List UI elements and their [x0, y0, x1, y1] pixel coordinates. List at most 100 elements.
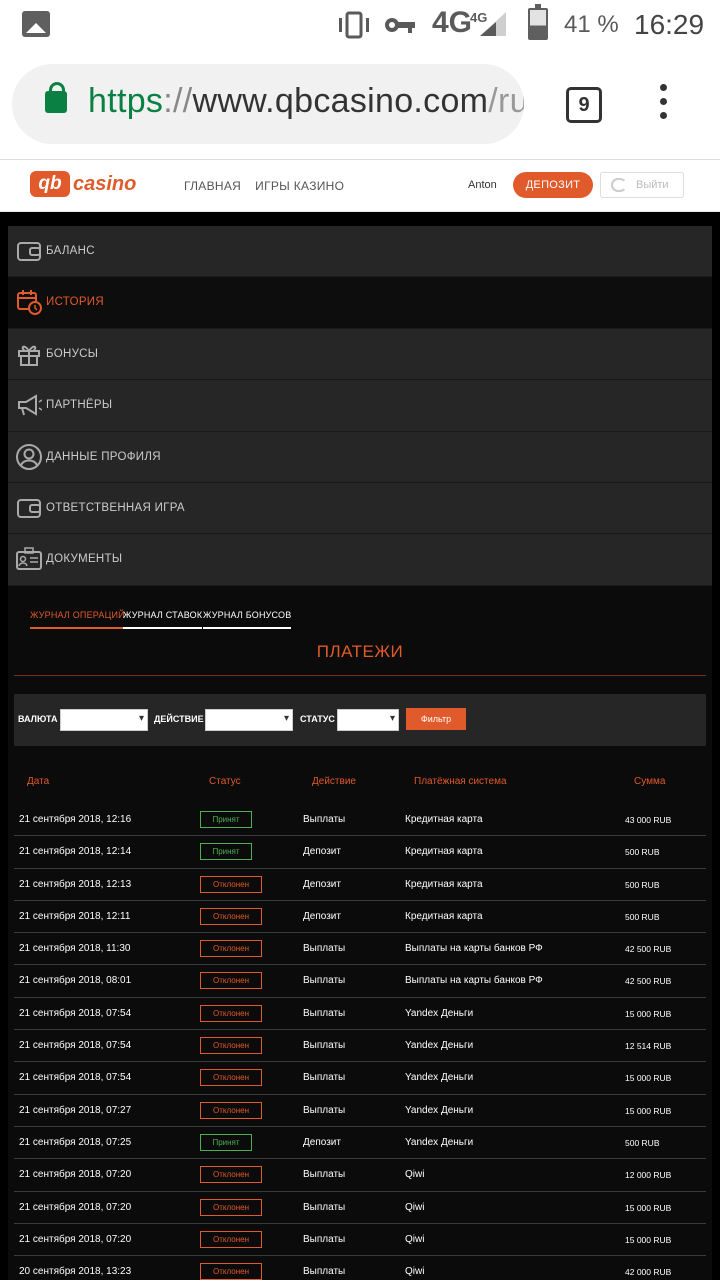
menu-item-bonuses[interactable]: БОНУСЫ — [8, 328, 712, 381]
tab-bonuses-log[interactable]: ЖУРНАЛ БОНУСОВ — [203, 610, 292, 629]
date-cell: 21 сентября 2018, 07:20 — [19, 1201, 132, 1213]
date-cell: 20 сентября 2018, 13:23 — [19, 1266, 132, 1278]
browser-menu-icon[interactable] — [656, 84, 670, 124]
user-icon — [16, 443, 42, 470]
date-cell: 21 сентября 2018, 12:11 — [19, 910, 131, 922]
status-badge: Отклонен — [200, 1004, 262, 1022]
payment-system-cell: Выплаты на карты банков РФ — [405, 975, 543, 987]
column-header-payment-system[interactable]: Платёжная система — [414, 776, 507, 787]
status-badge: Отклонен — [200, 1198, 262, 1216]
tab-bets-log[interactable]: ЖУРНАЛ СТАВОК — [123, 610, 203, 629]
date-cell: 21 сентября 2018, 11:30 — [19, 943, 131, 955]
id-card-icon — [16, 547, 42, 571]
logout-button[interactable]: Выйти — [600, 172, 684, 198]
table-row: 21 сентября 2018, 12:14 Депозит Кредитная … — [14, 836, 706, 869]
amount-cell: 12 000 RUB — [625, 1170, 672, 1181]
table-row: 21 сентября 2018, 12:11 Депозит Кредитная … — [14, 901, 706, 934]
address-bar[interactable]: https://www.qbcasino.com/ru — [12, 64, 524, 144]
wallet-icon — [17, 498, 41, 518]
amount-cell: 15 000 RUB — [625, 1008, 672, 1019]
status-badge: Принят — [200, 1133, 252, 1151]
url-text[interactable]: https://www.qbcasino.com/ru — [88, 82, 524, 121]
deposit-button[interactable]: ДЕПОЗИТ — [513, 172, 593, 198]
action-cell: Выплаты — [303, 1040, 346, 1052]
date-cell: 21 сентября 2018, 12:14 — [19, 846, 132, 858]
table-row: 21 сентября 2018, 11:30 Выплаты Выплаты на… — [14, 933, 706, 966]
table-row: 21 сентября 2018, 07:20 Выплаты Qiwi 15 000… — [14, 1224, 706, 1257]
divider — [14, 675, 706, 676]
action-cell: Депозит — [303, 878, 341, 890]
payments-table: 21 сентября 2018, 12:16 Выплаты Кредитная … — [14, 804, 706, 1280]
account-menu: БАЛАНС ИСТОРИЯ БОНУСЫ ПАРТНЁРЫ ДАННЫЕ ПР… — [8, 226, 712, 586]
status-bar: 4G4G 41 % 16:29 — [0, 0, 720, 50]
status-badge: Отклонен — [200, 1037, 262, 1055]
column-header-amount[interactable]: Сумма — [634, 776, 665, 787]
action-cell: Депозит — [303, 910, 341, 922]
currency-label: ВАЛЮТА — [18, 714, 58, 724]
payment-system-cell: Yandex Деньги — [405, 1104, 474, 1116]
nav-home-link[interactable]: ГЛАВНАЯ — [184, 179, 241, 193]
filter-button[interactable]: Фильтр — [406, 708, 466, 730]
action-cell: Выплаты — [303, 1007, 346, 1019]
site-logo[interactable]: qb casino — [30, 170, 136, 198]
payment-system-cell: Yandex Деньги — [405, 1040, 474, 1052]
status-select[interactable] — [337, 709, 399, 731]
action-cell: Выплаты — [303, 943, 346, 955]
table-row: 21 сентября 2018, 12:16 Выплаты Кредитная … — [14, 804, 706, 837]
menu-item-history[interactable]: ИСТОРИЯ — [8, 277, 712, 329]
amount-cell: 42 000 RUB — [625, 1267, 672, 1278]
payment-system-cell: Yandex Деньги — [405, 1007, 474, 1019]
action-cell: Выплаты — [303, 1169, 346, 1181]
megaphone-icon — [18, 394, 42, 416]
status-badge: Отклонен — [200, 907, 262, 925]
action-select[interactable] — [205, 709, 293, 731]
amount-cell: 12 514 RUB — [625, 1041, 672, 1052]
lock-icon — [45, 82, 67, 113]
gift-icon — [18, 345, 40, 366]
column-header-status[interactable]: Статус — [209, 776, 241, 787]
amount-cell: 15 000 RUB — [625, 1105, 672, 1116]
date-cell: 21 сентября 2018, 08:01 — [19, 975, 132, 987]
table-header: Дата Статус Действие Платёжная система С… — [14, 776, 706, 792]
action-cell: Выплаты — [303, 1104, 346, 1116]
action-cell: Депозит — [303, 1136, 341, 1148]
amount-cell: 500 RUB — [625, 911, 660, 922]
username[interactable]: Anton — [468, 179, 497, 191]
column-header-date[interactable]: Дата — [27, 776, 49, 787]
history-panel: ЖУРНАЛ ОПЕРАЦИЙ ЖУРНАЛ СТАВОК ЖУРНАЛ БОН… — [8, 586, 712, 1280]
amount-cell: 42 500 RUB — [625, 944, 672, 955]
status-badge: Отклонен — [200, 1101, 262, 1119]
menu-item-responsible-gaming[interactable]: ОТВЕТСТВЕННАЯ ИГРА — [8, 482, 712, 535]
currency-select[interactable] — [60, 709, 148, 731]
table-row: 21 сентября 2018, 07:54 Выплаты Yandex Ден… — [14, 1030, 706, 1063]
tab-operations-log[interactable]: ЖУРНАЛ ОПЕРАЦИЙ — [30, 610, 125, 629]
table-row: 21 сентября 2018, 07:54 Выплаты Yandex Ден… — [14, 1062, 706, 1095]
action-cell: Выплаты — [303, 1266, 346, 1278]
payment-system-cell: Кредитная карта — [405, 878, 483, 890]
menu-item-balance[interactable]: БАЛАНС — [8, 226, 712, 278]
payment-system-cell: Кредитная карта — [405, 846, 483, 858]
amount-cell: 15 000 RUB — [625, 1202, 672, 1213]
payment-system-cell: Qiwi — [405, 1169, 425, 1181]
status-badge: Отклонен — [200, 972, 262, 990]
column-header-action[interactable]: Действие — [312, 776, 356, 787]
payment-system-cell: Кредитная карта — [405, 814, 483, 825]
amount-cell: 15 000 RUB — [625, 1073, 672, 1084]
tab-switcher-button[interactable]: 9 — [566, 87, 602, 123]
status-badge: Отклонен — [200, 1263, 262, 1280]
menu-item-partners[interactable]: ПАРТНЁРЫ — [8, 380, 712, 432]
signal-icon — [480, 12, 506, 36]
table-row: 21 сентября 2018, 07:20 Выплаты Qiwi 12 000… — [14, 1159, 706, 1192]
action-cell: Выплаты — [303, 814, 346, 825]
payment-system-cell: Выплаты на карты банков РФ — [405, 943, 543, 955]
vpn-key-icon — [385, 18, 415, 33]
nav-casino-games-link[interactable]: ИГРЫ КАЗИНО — [255, 179, 344, 193]
date-cell: 21 сентября 2018, 07:54 — [19, 1040, 132, 1052]
menu-item-profile[interactable]: ДАННЫЕ ПРОФИЛЯ — [8, 431, 712, 483]
action-cell: Выплаты — [303, 975, 346, 987]
menu-item-documents[interactable]: ДОКУМЕНТЫ — [8, 534, 712, 586]
table-row: 21 сентября 2018, 07:20 Выплаты Qiwi 15 000… — [14, 1192, 706, 1224]
calendar-clock-icon — [17, 290, 42, 316]
date-cell: 21 сентября 2018, 07:54 — [19, 1072, 132, 1084]
battery-icon — [528, 4, 548, 40]
